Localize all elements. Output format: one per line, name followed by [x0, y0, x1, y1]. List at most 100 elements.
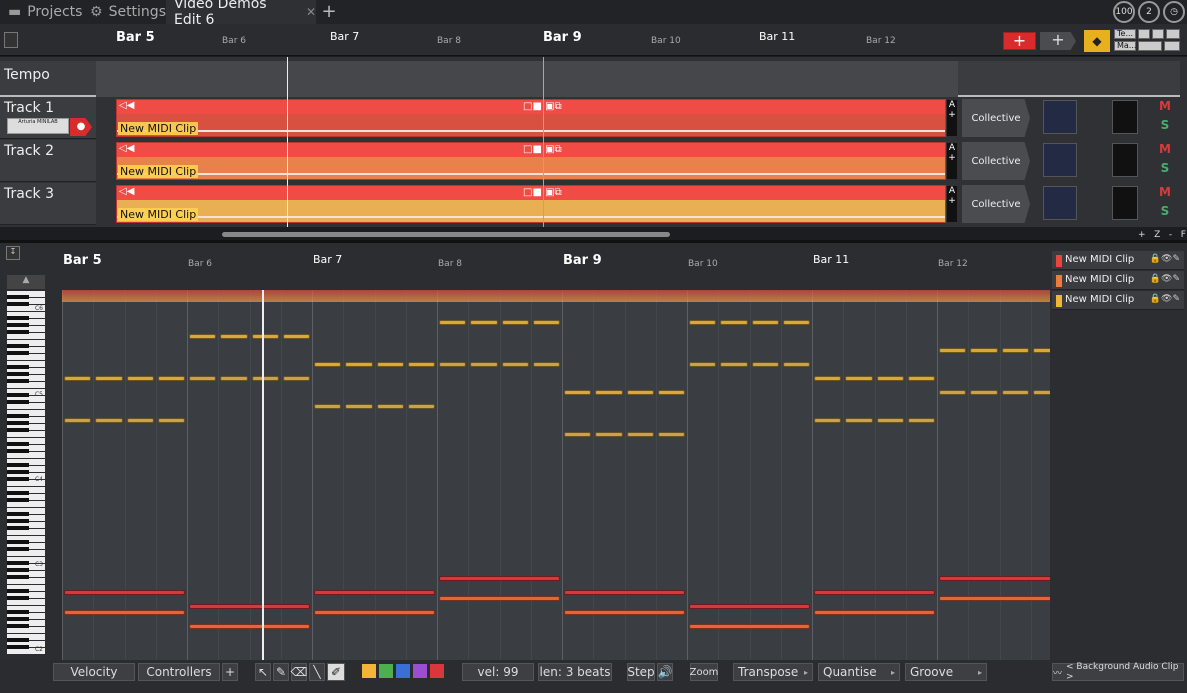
midi-note[interactable]: [814, 418, 842, 423]
black-key[interactable]: [7, 449, 29, 453]
midi-note[interactable]: [657, 390, 685, 395]
quantise-menu[interactable]: Quantise: [818, 663, 900, 681]
midi-note[interactable]: [501, 320, 529, 325]
mini-button[interactable]: [1138, 29, 1150, 39]
brush-tool-icon[interactable]: ✐: [327, 663, 345, 681]
midi-note[interactable]: [564, 590, 685, 595]
lock-eye-edit-icon[interactable]: 🔒👁✎: [1150, 274, 1180, 284]
midi-note[interactable]: [64, 610, 185, 615]
track-header[interactable]: Track 3: [0, 183, 96, 225]
tempo-track[interactable]: Tempo: [0, 61, 1180, 97]
black-key[interactable]: [7, 638, 29, 642]
mute-button[interactable]: M: [1158, 99, 1172, 117]
midi-note[interactable]: [782, 362, 810, 367]
black-key[interactable]: [7, 414, 29, 418]
black-key[interactable]: [7, 568, 29, 572]
mute-button[interactable]: M: [1158, 142, 1172, 160]
plugin-collective[interactable]: Collective: [962, 142, 1030, 180]
midi-note[interactable]: [751, 320, 779, 325]
midi-note[interactable]: [251, 334, 279, 339]
velocity-field[interactable]: vel: 99: [462, 663, 534, 681]
midi-note[interactable]: [314, 362, 342, 367]
close-icon[interactable]: ✕: [306, 5, 316, 19]
black-key[interactable]: [7, 512, 29, 516]
record-arm-button[interactable]: ●: [70, 118, 92, 136]
midi-note[interactable]: [1032, 348, 1050, 353]
marker-line[interactable]: [543, 57, 544, 227]
color-swatch-green[interactable]: [379, 664, 393, 678]
mute-button[interactable]: M: [1158, 185, 1172, 203]
mini-button[interactable]: [1164, 41, 1180, 51]
midi-note[interactable]: [595, 390, 623, 395]
black-key[interactable]: [7, 365, 29, 369]
black-key[interactable]: [7, 575, 29, 579]
midi-note[interactable]: [64, 590, 185, 595]
controllers-tab[interactable]: Controllers: [138, 663, 220, 681]
black-key[interactable]: [7, 470, 29, 474]
black-key[interactable]: [7, 624, 29, 628]
black-key[interactable]: [7, 316, 29, 320]
track-header[interactable]: Track 2: [0, 140, 96, 182]
zoom-full-button[interactable]: F: [1181, 230, 1186, 240]
midi-note[interactable]: [345, 362, 373, 367]
tab-settings[interactable]: ⚙ Settings: [90, 0, 166, 24]
solo-button[interactable]: S: [1158, 161, 1172, 179]
midi-note[interactable]: [532, 362, 560, 367]
black-key[interactable]: [7, 491, 29, 495]
midi-note[interactable]: [626, 390, 654, 395]
black-key[interactable]: [7, 330, 29, 334]
black-key[interactable]: [7, 561, 29, 565]
color-swatch-yellow[interactable]: [362, 664, 376, 678]
color-swatch-blue[interactable]: [396, 664, 410, 678]
midi-note[interactable]: [1001, 390, 1029, 395]
select-tool-icon[interactable]: ↖: [255, 663, 271, 681]
line-tool-icon[interactable]: ╲: [309, 663, 325, 681]
black-key[interactable]: [7, 295, 29, 299]
solo-button[interactable]: S: [1158, 204, 1172, 222]
midi-note[interactable]: [689, 320, 717, 325]
black-key[interactable]: [7, 400, 29, 404]
track-row[interactable]: Track 3 ◁◀ □■ ▣⧉ New MIDI Clip A + Collec…: [0, 183, 1180, 225]
mini-button[interactable]: [1152, 29, 1164, 39]
midi-note[interactable]: [314, 590, 435, 595]
midi-note[interactable]: [376, 404, 404, 409]
tempo-lane[interactable]: [96, 61, 958, 97]
zoom-controls[interactable]: + Z - F: [1138, 230, 1186, 240]
pencil-tool-icon[interactable]: ✎: [273, 663, 289, 681]
color-swatch-red[interactable]: [430, 664, 444, 678]
midi-note[interactable]: [220, 334, 248, 339]
midi-note[interactable]: [439, 596, 560, 601]
midi-note[interactable]: [470, 362, 498, 367]
transpose-menu[interactable]: Transpose: [733, 663, 813, 681]
midi-note[interactable]: [470, 320, 498, 325]
midi-note[interactable]: [1032, 390, 1050, 395]
clip-list-item[interactable]: New MIDI Clip 🔒👁✎: [1052, 271, 1184, 290]
automation-letters[interactable]: A +: [947, 143, 957, 179]
length-field[interactable]: len: 3 beats: [538, 663, 612, 681]
black-key[interactable]: [7, 498, 29, 502]
velocity-tab[interactable]: Velocity: [53, 663, 135, 681]
zoom-in-button[interactable]: +: [1138, 230, 1146, 240]
midi-note[interactable]: [970, 348, 998, 353]
black-key[interactable]: [7, 589, 29, 593]
editor-playhead[interactable]: [262, 290, 264, 660]
midi-note[interactable]: [907, 376, 935, 381]
black-key[interactable]: [7, 610, 29, 614]
lock-eye-edit-icon[interactable]: 🔒👁✎: [1150, 294, 1180, 304]
black-key[interactable]: [7, 477, 29, 481]
tempo-mini-button[interactable]: Te...: [1114, 29, 1136, 39]
midi-note[interactable]: [157, 376, 185, 381]
black-key[interactable]: [7, 379, 29, 383]
midi-note[interactable]: [564, 432, 592, 437]
midi-note[interactable]: [564, 390, 592, 395]
add-button[interactable]: +: [1040, 32, 1076, 50]
step-button[interactable]: Step: [627, 663, 655, 681]
plugin-collective[interactable]: Collective: [962, 185, 1030, 223]
plugin-editor-icon[interactable]: [1043, 186, 1077, 220]
midi-note[interactable]: [657, 432, 685, 437]
black-key[interactable]: [7, 372, 29, 376]
color-swatch-purple[interactable]: [413, 664, 427, 678]
black-key[interactable]: [7, 351, 29, 355]
midi-note[interactable]: [595, 432, 623, 437]
black-key[interactable]: [7, 344, 29, 348]
